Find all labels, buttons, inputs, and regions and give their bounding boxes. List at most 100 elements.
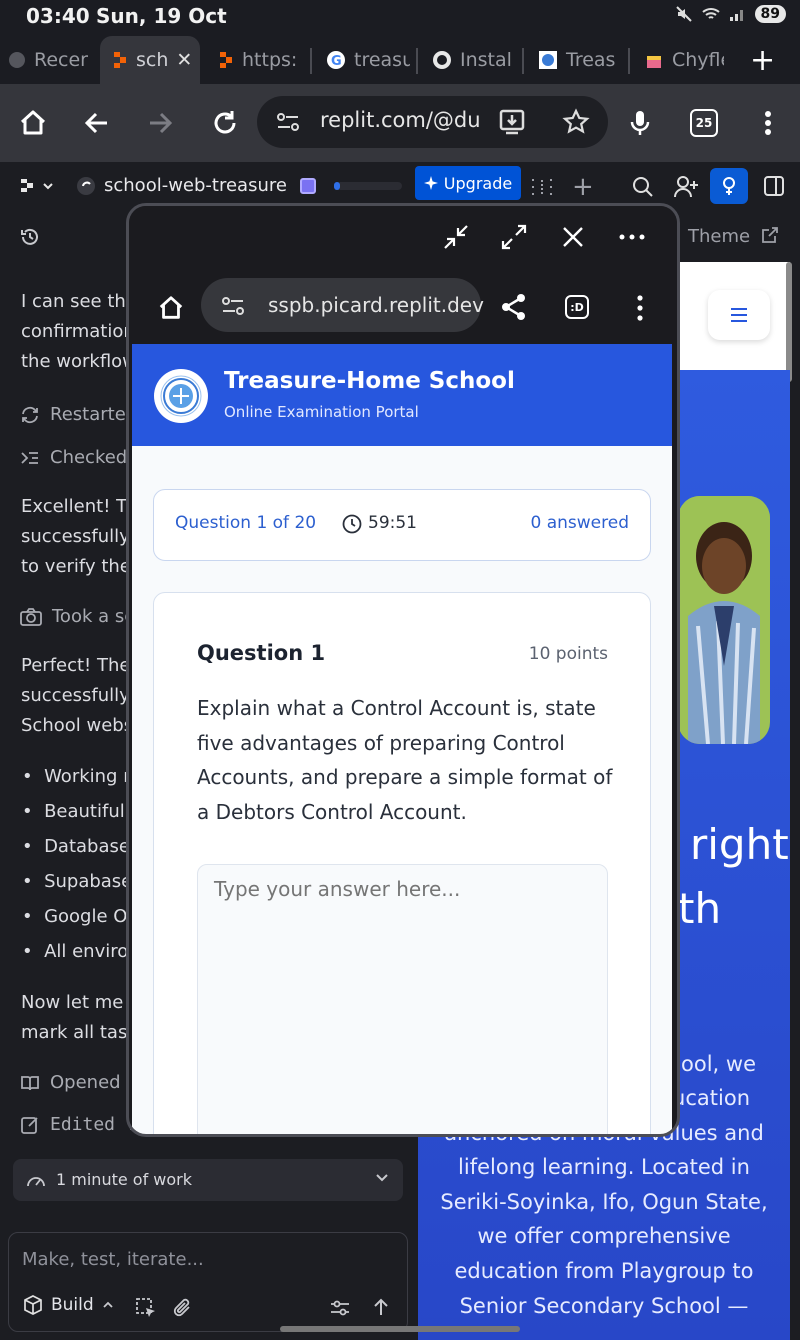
close-icon xyxy=(563,227,583,247)
forward-button[interactable] xyxy=(145,108,175,138)
school-header: Treasure-Home School Online Examination … xyxy=(132,344,672,446)
home-indicator[interactable] xyxy=(280,1326,520,1332)
bookmark-button[interactable] xyxy=(562,108,590,136)
cube-icon xyxy=(23,1295,43,1315)
attach-icon[interactable] xyxy=(173,1297,193,1319)
arrow-right-icon xyxy=(150,112,173,134)
kebab-menu-icon xyxy=(765,111,771,135)
replit-icon xyxy=(218,51,234,69)
install-app-button[interactable] xyxy=(498,108,526,136)
popup-tab-switcher-button[interactable]: :D xyxy=(565,295,589,319)
camera-icon xyxy=(20,607,42,627)
agent-input[interactable]: Make, test, iterate... Build xyxy=(8,1232,408,1332)
school-favicon-icon xyxy=(538,50,558,70)
hero-heading-fragment: right xyxy=(690,820,789,869)
share-icon xyxy=(502,294,525,320)
hero-student-image xyxy=(678,496,770,744)
tab-strip: Recer sch ✕ https: G treasu Install Trea… xyxy=(0,34,800,84)
voice-search-button[interactable] xyxy=(626,108,654,138)
site-info-icon[interactable] xyxy=(276,111,300,133)
list-item: • All enviror xyxy=(22,941,136,962)
exam-status-card: Question 1 of 20 59:51 0 answered xyxy=(153,489,651,561)
site-info-icon[interactable] xyxy=(221,295,245,317)
theme-button[interactable]: Theme xyxy=(680,212,790,260)
tab-treasure[interactable]: Treas xyxy=(538,42,618,78)
add-tab-button[interactable]: + xyxy=(572,172,594,202)
toggle-pane-button[interactable] xyxy=(764,176,784,196)
minimize-window-button[interactable] xyxy=(443,224,469,250)
scrollbar[interactable] xyxy=(786,262,792,382)
project-name[interactable]: school-web-treasure xyxy=(104,175,287,196)
list-item: • Google OA xyxy=(22,906,140,927)
signal-icon xyxy=(729,6,747,22)
popup-home-button[interactable] xyxy=(157,294,185,322)
window-options-button[interactable] xyxy=(619,234,645,240)
external-link-icon xyxy=(761,226,779,244)
deploy-icon xyxy=(723,177,735,195)
tab-label: Treas xyxy=(566,49,616,71)
build-mode-button[interactable]: Build xyxy=(23,1295,114,1315)
back-button[interactable] xyxy=(82,108,112,138)
battery-indicator: 89 xyxy=(754,5,786,23)
tab-label: sch xyxy=(136,49,169,71)
close-window-button[interactable] xyxy=(561,225,585,249)
answered-count: 0 answered xyxy=(530,513,630,533)
hamburger-menu-button[interactable] xyxy=(708,290,770,340)
workspace-menu-button[interactable] xyxy=(20,178,56,194)
tab-chyfle[interactable]: Chyfle xyxy=(644,42,724,78)
tab-replit-active[interactable]: sch ✕ xyxy=(100,36,200,84)
agent-step-opened[interactable]: Opened . xyxy=(20,1072,132,1093)
tab-label: treasu xyxy=(354,49,410,71)
tab-recent[interactable]: Recer xyxy=(8,42,94,78)
list-item: • Working n xyxy=(22,766,135,787)
address-bar-url[interactable]: replit.com/@du xyxy=(320,108,481,132)
panel-icon xyxy=(764,176,784,196)
search-button[interactable] xyxy=(632,176,654,198)
home-icon xyxy=(159,296,183,319)
tab-separator xyxy=(522,48,524,74)
chevron-up-icon xyxy=(102,1300,114,1310)
tab-label: Chyfle xyxy=(672,49,724,71)
deploy-button[interactable] xyxy=(710,168,748,204)
tab-https[interactable]: https: xyxy=(218,42,298,78)
maximize-window-button[interactable] xyxy=(501,224,527,250)
tab-label: Recer xyxy=(34,49,88,71)
tab-switcher-button[interactable]: 25 xyxy=(690,109,718,137)
question-text: Explain what a Control Account is, state… xyxy=(197,696,613,824)
tab-google[interactable]: G treasu xyxy=(326,42,410,78)
popup-url[interactable]: sspb.picard.replit.dev xyxy=(268,293,484,317)
home-button[interactable] xyxy=(18,108,48,138)
more-horizontal-icon xyxy=(619,234,645,240)
agent-message: Perfect! The successfully School webs xyxy=(21,655,134,736)
kebab-menu-icon xyxy=(637,295,643,321)
agent-message: Now let me u mark all task xyxy=(21,992,141,1043)
hero-paragraph-line: lifelong learning. Located in xyxy=(458,1155,750,1179)
browser-menu-button[interactable] xyxy=(764,110,772,136)
school-subtitle: Online Examination Portal xyxy=(224,403,419,421)
hamburger-icon xyxy=(731,308,747,322)
reload-button[interactable] xyxy=(210,108,240,138)
invite-button[interactable] xyxy=(674,175,700,199)
close-tab-icon[interactable]: ✕ xyxy=(176,49,192,71)
history-button[interactable] xyxy=(20,227,40,247)
star-icon xyxy=(562,108,590,134)
new-tab-button[interactable]: + xyxy=(750,42,800,78)
agent-step-screenshot[interactable]: Took a sc xyxy=(20,606,134,627)
agent-step-restarted[interactable]: Restarted xyxy=(20,404,137,425)
tab-github[interactable]: Install xyxy=(432,42,512,78)
agent-step-checked[interactable]: Checked xyxy=(20,447,127,468)
clock-icon xyxy=(342,514,362,534)
send-arrow-icon[interactable] xyxy=(373,1297,389,1317)
work-summary[interactable]: 1 minute of work xyxy=(13,1159,403,1201)
agent-input-placeholder: Make, test, iterate... xyxy=(22,1249,204,1270)
popup-menu-button[interactable] xyxy=(637,295,643,321)
maximize-icon xyxy=(501,224,527,250)
layout-icon[interactable] xyxy=(530,176,560,198)
upgrade-button[interactable]: Upgrade xyxy=(415,166,521,200)
answer-textarea[interactable] xyxy=(197,864,608,1134)
share-button[interactable] xyxy=(501,293,527,321)
restart-icon xyxy=(20,405,40,425)
tab-label: Install xyxy=(460,49,512,71)
select-element-icon[interactable] xyxy=(135,1297,157,1319)
settings-sliders-icon[interactable] xyxy=(330,1299,350,1317)
